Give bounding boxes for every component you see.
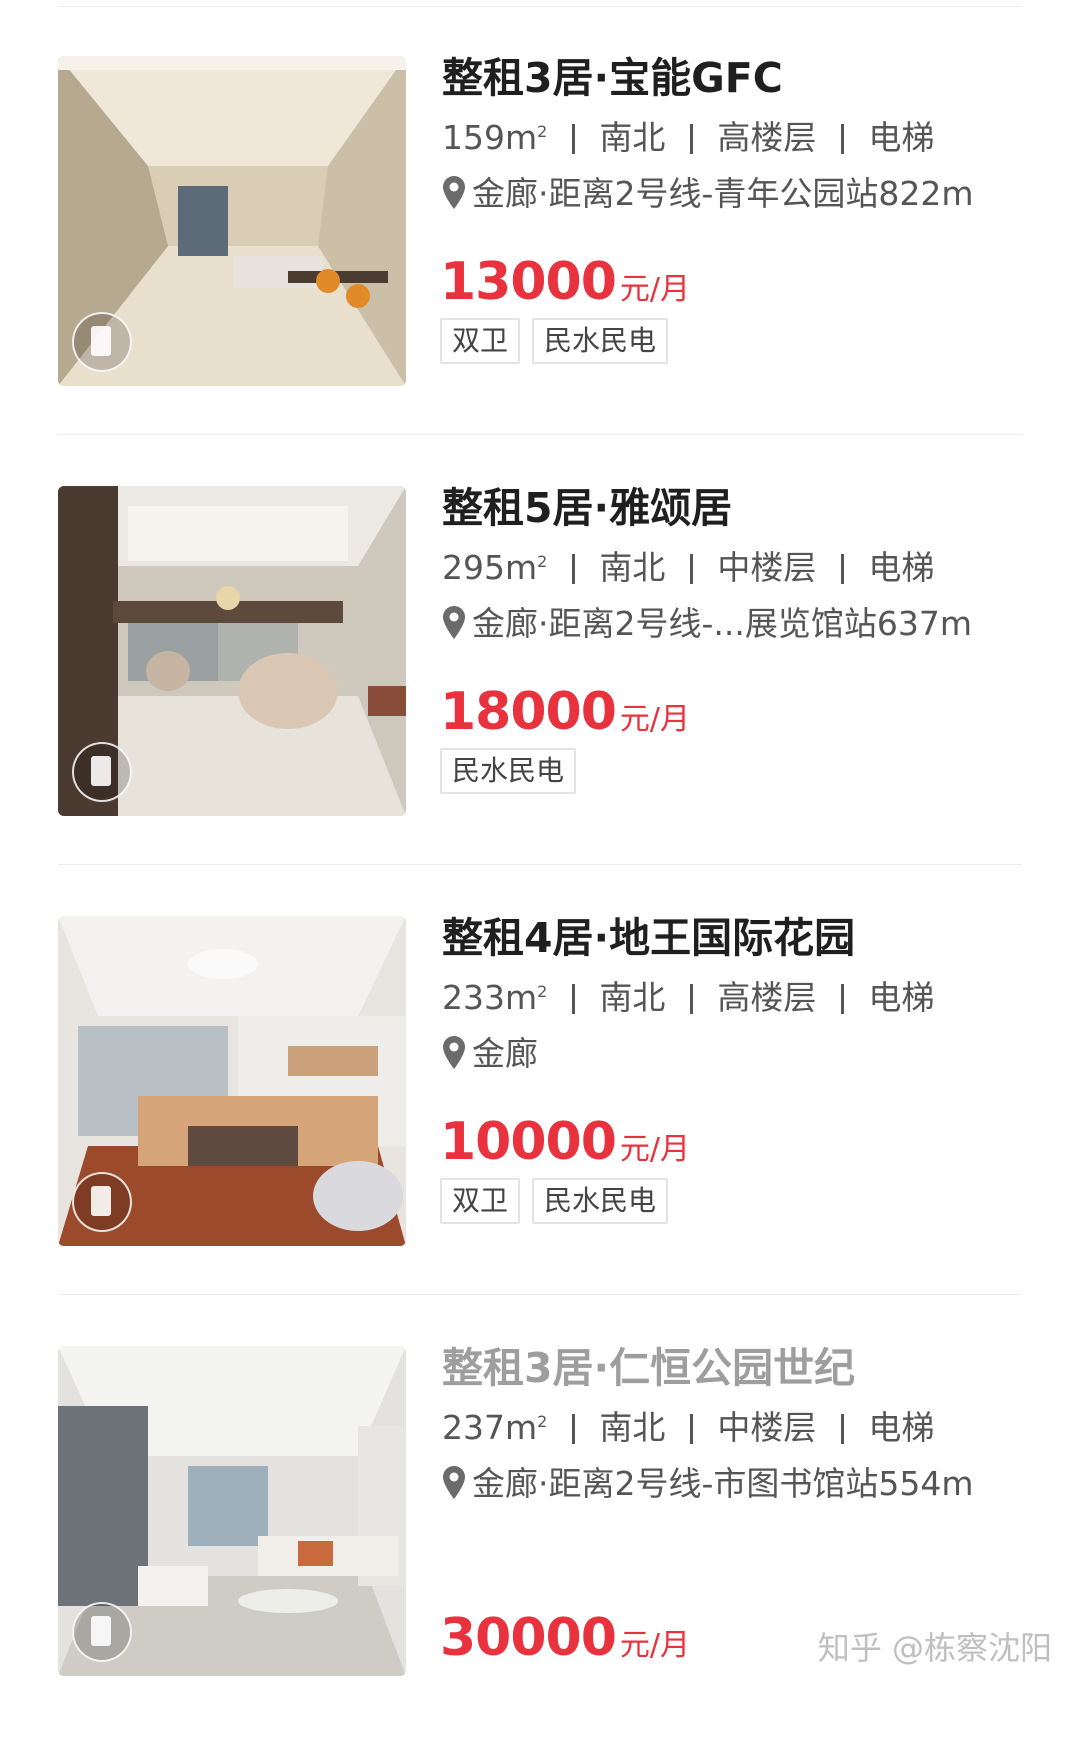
area-value: 233m — [442, 978, 538, 1017]
vr-view-icon[interactable] — [72, 742, 132, 802]
vr-view-icon[interactable] — [72, 312, 132, 372]
elevator: 电梯 — [868, 1408, 935, 1447]
listing-location: 金廊·距离2号线-青年公园站822m — [442, 172, 1042, 216]
location-pin-icon — [443, 176, 465, 209]
elevator: 电梯 — [868, 548, 935, 587]
listing-photo[interactable] — [58, 56, 406, 386]
listing-photo[interactable] — [58, 1346, 406, 1676]
listing-location: 金廊 — [442, 1032, 1042, 1076]
listing-attributes: 233m2 南北 高楼层 电梯 — [442, 976, 1042, 1020]
area-unit-superscript: 2 — [537, 982, 548, 1001]
location-pin-icon — [443, 1036, 465, 1069]
separator — [840, 984, 844, 1014]
location-pin-icon — [443, 1466, 465, 1499]
listing-card[interactable]: 整租4居·地王国际花园 233m2 南北 高楼层 电梯 金廊 10000 元/月 … — [0, 914, 1080, 1316]
location-pin-icon — [443, 606, 465, 639]
separator — [840, 1414, 844, 1444]
location-text: 金廊 — [472, 1034, 538, 1073]
listing-attributes: 159m2 南北 高楼层 电梯 — [442, 116, 1042, 160]
floor-level: 中楼层 — [717, 1408, 817, 1447]
listing-card[interactable]: 整租3居·宝能GFC 159m2 南北 高楼层 电梯 金廊·距离2号线-青年公园… — [0, 54, 1080, 456]
orientation: 南北 — [599, 118, 666, 157]
elevator: 电梯 — [868, 978, 935, 1017]
listing-price: 18000 元/月 — [440, 682, 690, 750]
listing-info: 整租3居·仁恒公园世纪 237m2 南北 中楼层 电梯 金廊·距离2号线-市图书… — [442, 1344, 1042, 1506]
tag: 民水民电 — [532, 318, 669, 364]
separator — [571, 124, 575, 154]
tag: 民水民电 — [532, 1178, 669, 1224]
location-text: 金廊·距离2号线-...展览馆站637m — [472, 604, 972, 643]
separator — [689, 554, 693, 584]
orientation: 南北 — [599, 548, 666, 587]
price-unit: 元/月 — [619, 272, 691, 307]
listing-tags: 双卫 民水民电 — [440, 318, 680, 364]
location-text: 金廊·距离2号线-青年公园站822m — [472, 174, 974, 213]
area-unit-superscript: 2 — [537, 122, 548, 141]
listing-location: 金廊·距离2号线-市图书馆站554m — [442, 1462, 1042, 1506]
separator — [689, 984, 693, 1014]
separator — [571, 1414, 575, 1444]
divider — [58, 434, 1022, 435]
area-unit-superscript: 2 — [537, 552, 548, 571]
separator — [689, 1414, 693, 1444]
listing-attributes: 295m2 南北 中楼层 电梯 — [442, 546, 1042, 590]
listing-price: 30000 元/月 — [440, 1608, 690, 1676]
area-value: 159m — [442, 118, 538, 157]
listing-info: 整租4居·地王国际花园 233m2 南北 高楼层 电梯 金廊 — [442, 914, 1042, 1076]
listing-tags: 民水民电 — [440, 748, 588, 794]
orientation: 南北 — [599, 1408, 666, 1447]
tag: 民水民电 — [440, 748, 577, 794]
separator — [840, 124, 844, 154]
listing-info: 整租3居·宝能GFC 159m2 南北 高楼层 电梯 金廊·距离2号线-青年公园… — [442, 54, 1042, 216]
area-value: 295m — [442, 548, 538, 587]
listing-price: 13000 元/月 — [440, 252, 690, 320]
price-value: 18000 — [440, 682, 617, 742]
separator — [571, 984, 575, 1014]
listing-info: 整租5居·雅颂居 295m2 南北 中楼层 电梯 金廊·距离2号线-...展览馆… — [442, 484, 1042, 646]
divider — [58, 1294, 1022, 1295]
listing-photo[interactable] — [58, 916, 406, 1246]
listing-attributes: 237m2 南北 中楼层 电梯 — [442, 1406, 1042, 1450]
price-unit: 元/月 — [619, 1132, 691, 1167]
tag: 双卫 — [440, 318, 521, 364]
listing-title[interactable]: 整租4居·地王国际花园 — [442, 912, 1042, 964]
vr-view-icon[interactable] — [72, 1602, 132, 1662]
location-text: 金廊·距离2号线-市图书馆站554m — [472, 1464, 974, 1503]
listing-photo[interactable] — [58, 486, 406, 816]
divider — [58, 864, 1022, 865]
listing-location: 金廊·距离2号线-...展览馆站637m — [442, 602, 1042, 646]
listing-card[interactable]: 整租5居·雅颂居 295m2 南北 中楼层 电梯 金廊·距离2号线-...展览馆… — [0, 484, 1080, 886]
top-divider — [58, 6, 1022, 7]
area-unit-superscript: 2 — [537, 1412, 548, 1431]
area-value: 237m — [442, 1408, 538, 1447]
separator — [840, 554, 844, 584]
separator — [689, 124, 693, 154]
tag: 双卫 — [440, 1178, 521, 1224]
listing-title[interactable]: 整租3居·宝能GFC — [442, 52, 1042, 104]
price-unit: 元/月 — [619, 1628, 691, 1663]
listing-price: 10000 元/月 — [440, 1112, 690, 1180]
price-value: 30000 — [440, 1608, 617, 1668]
price-value: 13000 — [440, 252, 617, 312]
separator — [571, 554, 575, 584]
listing-card[interactable]: 整租3居·仁恒公园世纪 237m2 南北 中楼层 电梯 金廊·距离2号线-市图书… — [0, 1344, 1080, 1746]
floor-level: 中楼层 — [717, 548, 817, 587]
orientation: 南北 — [599, 978, 666, 1017]
floor-level: 高楼层 — [717, 978, 817, 1017]
floor-level: 高楼层 — [717, 118, 817, 157]
listing-title[interactable]: 整租3居·仁恒公园世纪 — [442, 1342, 1042, 1394]
listing-tags: 双卫 民水民电 — [440, 1178, 680, 1224]
price-unit: 元/月 — [619, 702, 691, 737]
vr-view-icon[interactable] — [72, 1172, 132, 1232]
price-value: 10000 — [440, 1112, 617, 1172]
watermark: 知乎 @栋察沈阳 — [817, 1629, 1052, 1667]
listing-title[interactable]: 整租5居·雅颂居 — [442, 482, 1042, 534]
elevator: 电梯 — [868, 118, 935, 157]
